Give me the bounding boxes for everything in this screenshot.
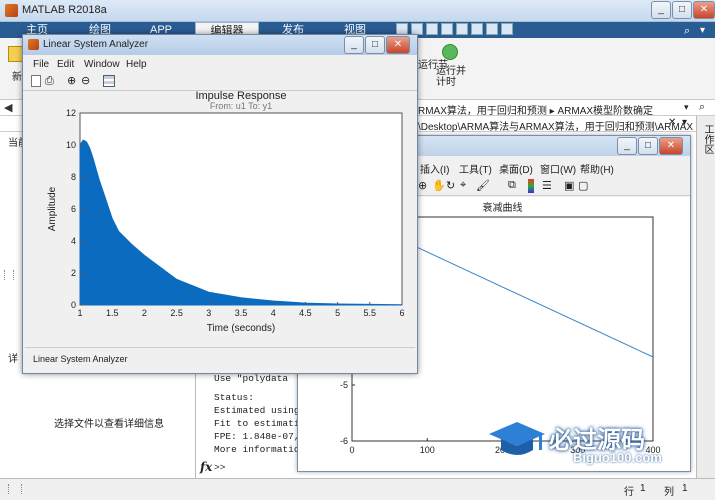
window-title: MATLAB R2018a: [22, 4, 107, 16]
path-search-icon[interactable]: ⌕: [699, 101, 705, 114]
menu-tools[interactable]: 工具(T): [459, 161, 492, 176]
run-and-time-label[interactable]: 运行并 计时: [436, 66, 466, 88]
menu-insert[interactable]: 插入(I): [420, 161, 449, 176]
y-tick-label: 4: [71, 236, 76, 246]
figure-close-button[interactable]: ✕: [659, 137, 683, 155]
zoom-in-icon[interactable]: ⊕: [418, 179, 432, 193]
y-axis-label: Amplitude: [47, 186, 58, 231]
y-tick-label: 10: [66, 140, 76, 150]
figure-maximize-button[interactable]: □: [638, 137, 658, 155]
lsa-status-text: Linear System Analyzer: [33, 354, 128, 364]
x-tick-label: 1: [77, 308, 82, 318]
y-tick-label: -6: [340, 436, 348, 446]
x-tick-label: 2: [142, 308, 147, 318]
details-label: 详: [8, 354, 18, 365]
graduation-cap-icon: [489, 422, 545, 455]
status-row-value: 1: [640, 483, 646, 494]
qa-help-icon[interactable]: [501, 23, 513, 35]
pane-grip[interactable]: [4, 270, 14, 280]
menu-help[interactable]: 帮助(H): [580, 161, 614, 176]
path-dropdown-icon[interactable]: ▾: [684, 102, 689, 113]
y-tick-label: 0: [71, 300, 76, 310]
x-tick-label: 0: [349, 445, 354, 455]
x-tick-label: 1.5: [106, 308, 119, 318]
fx-icon[interactable]: fx: [200, 460, 212, 474]
x-tick-label: 2.5: [170, 308, 183, 318]
qa-copy-icon[interactable]: [426, 23, 438, 35]
show-plot-tools-icon[interactable]: ▢: [578, 179, 592, 193]
brush-icon[interactable]: 🖌: [476, 179, 490, 193]
lsa-status-footer: Linear System Analyzer: [25, 347, 415, 371]
matlab-titlebar: MATLAB R2018a _ □ ✕: [0, 0, 715, 22]
rotate-icon[interactable]: ↻: [446, 179, 460, 193]
command-prompt[interactable]: >>: [214, 462, 225, 473]
menu-desktop[interactable]: 桌面(D): [499, 161, 533, 176]
x-tick-label: 4.5: [299, 308, 312, 318]
new-button-label: 新: [12, 72, 22, 83]
status-bar: 行 1 列 1: [0, 478, 715, 500]
y-tick-label: 6: [71, 204, 76, 214]
x-axis-label: Time (seconds): [207, 323, 276, 334]
chart-subtitle: From: u1 To: y1: [210, 101, 272, 111]
insert-colorbar-icon[interactable]: [528, 179, 534, 193]
status-col-value: 1: [682, 483, 688, 494]
maximize-button[interactable]: □: [672, 1, 692, 19]
close-button[interactable]: ✕: [693, 1, 715, 19]
y-tick-label: 12: [66, 108, 76, 118]
chart-title: 衰减曲线: [483, 201, 523, 214]
current-folder-path[interactable]: RMAX算法，用于回归和预测 ▸ ARMAX模型阶数确定: [418, 102, 653, 117]
search-icon[interactable]: ⌕: [684, 25, 690, 38]
editor-file-path: \Desktop\ARMA算法与ARMAX算法，用于回归和预测\ARMAX: [418, 122, 694, 133]
y-tick-label: 2: [71, 268, 76, 278]
y-tick-label: -5: [340, 380, 348, 390]
qa-undo-icon[interactable]: [456, 23, 468, 35]
x-tick-label: 4: [271, 308, 276, 318]
x-tick-label: 100: [420, 445, 435, 455]
x-tick-label: 3: [206, 308, 211, 318]
back-arrow-icon[interactable]: ◀: [4, 101, 12, 114]
data-cursor-icon[interactable]: ⌖: [460, 179, 474, 193]
lsa-window[interactable]: Linear System Analyzer _ □ ✕ File Edit W…: [22, 34, 418, 374]
insert-legend-icon[interactable]: ☰: [542, 179, 556, 193]
collapse-ribbon-icon[interactable]: ▾: [700, 25, 705, 36]
status-row-label: 行: [624, 487, 634, 498]
watermark-site: Biguo100.com: [573, 450, 662, 465]
matlab-logo-icon: [5, 4, 18, 17]
qa-redo-icon[interactable]: [471, 23, 483, 35]
lsa-plot-area: Impulse Response From: u1 To: y1 1 1.5 2 2.5 3…: [25, 90, 415, 345]
x-tick-label: 5.5: [364, 308, 377, 318]
status-col-label: 列: [664, 487, 674, 498]
figure-window-controls: _ □ ✕: [616, 137, 683, 155]
workspace-label[interactable]: 工作区: [700, 124, 715, 154]
impulse-response-chart: Impulse ResponseFrom: u1 To: y11 1.5 2 2.5 3…: [47, 90, 405, 334]
x-tick-label: 6: [399, 308, 404, 318]
qa-switch-icon[interactable]: [486, 23, 498, 35]
x-tick-label: 5: [335, 308, 340, 318]
x-tick-label: 3.5: [235, 308, 248, 318]
lsa-logo-icon: [28, 39, 39, 50]
details-hint: 选择文件以查看详细信息: [54, 419, 164, 430]
menu-window[interactable]: 窗口(W): [540, 161, 576, 176]
panel-close-icon[interactable]: ✕: [668, 117, 676, 128]
window-controls: _ □ ✕: [650, 1, 715, 19]
lsa-window-title: Linear System Analyzer: [43, 39, 149, 50]
panel-expand-icon[interactable]: ▾: [682, 117, 687, 128]
link-plot-icon[interactable]: ⧉: [508, 179, 522, 193]
pan-icon[interactable]: ✋: [432, 179, 446, 193]
watermark-logo: 必过源码 Biguo100.com: [487, 420, 713, 468]
run-and-time-icon[interactable]: [442, 44, 458, 60]
status-grip: [8, 484, 22, 494]
y-tick-label: 8: [71, 172, 76, 182]
minimize-button[interactable]: _: [651, 1, 671, 19]
hide-plot-tools-icon[interactable]: ▣: [564, 179, 578, 193]
figure-minimize-button[interactable]: _: [617, 137, 637, 155]
qa-paste-icon[interactable]: [441, 23, 453, 35]
